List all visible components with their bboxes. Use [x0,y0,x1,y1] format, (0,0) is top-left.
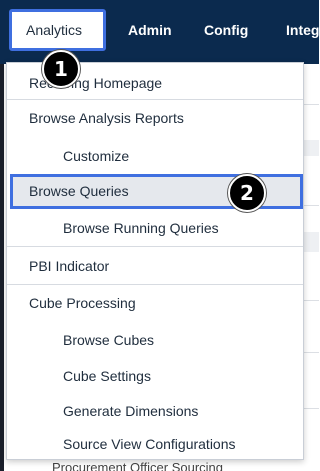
analytics-dropdown-menu: Recurring Homepage Browse Analysis Repor… [6,62,304,460]
background-cutoff-text: Procurement Officer Sourcing [52,460,223,471]
menu-item-source-view-configurations[interactable]: Source View Configurations [7,436,303,456]
menu-item-browse-cubes[interactable]: Browse Cubes [7,332,303,352]
menu-item-cube-processing[interactable]: Cube Processing [7,295,303,315]
nav-tab-analytics[interactable]: Analytics [9,9,106,51]
menu-item-browse-analysis-reports[interactable]: Browse Analysis Reports [7,110,303,130]
menu-item-label: Customize [63,148,130,164]
menu-item-label: Source View Configurations [63,436,236,452]
menu-item-label: Browse Cubes [63,332,155,348]
menu-item-label: Browse Queries [29,183,129,199]
menu-item-label: PBI Indicator [29,258,110,274]
menu-item-customize[interactable]: Customize [7,148,303,168]
menu-item-label: Generate Dimensions [63,403,199,419]
menu-item-pbi-indicator[interactable]: PBI Indicator [7,258,303,278]
step-1-badge: 1 [42,50,80,88]
menu-divider [7,246,303,247]
left-edge-bar [0,64,4,471]
menu-item-label: Cube Processing [29,295,136,311]
nav-tab-config[interactable]: Config [204,22,248,38]
menu-divider [7,99,303,100]
step-2-badge: 2 [228,174,266,212]
menu-item-browse-running-queries[interactable]: Browse Running Queries [7,220,303,240]
menu-item-label: Cube Settings [63,368,151,384]
menu-divider [7,284,303,285]
menu-item-label: Browse Running Queries [63,220,219,236]
nav-tab-analytics-label: Analytics [26,22,83,38]
nav-tab-admin[interactable]: Admin [128,22,172,38]
menu-item-cube-settings[interactable]: Cube Settings [7,368,303,388]
menu-item-generate-dimensions[interactable]: Generate Dimensions [7,403,303,423]
nav-tab-integrations[interactable]: Integ [286,22,319,38]
menu-item-label: Browse Analysis Reports [29,110,184,126]
